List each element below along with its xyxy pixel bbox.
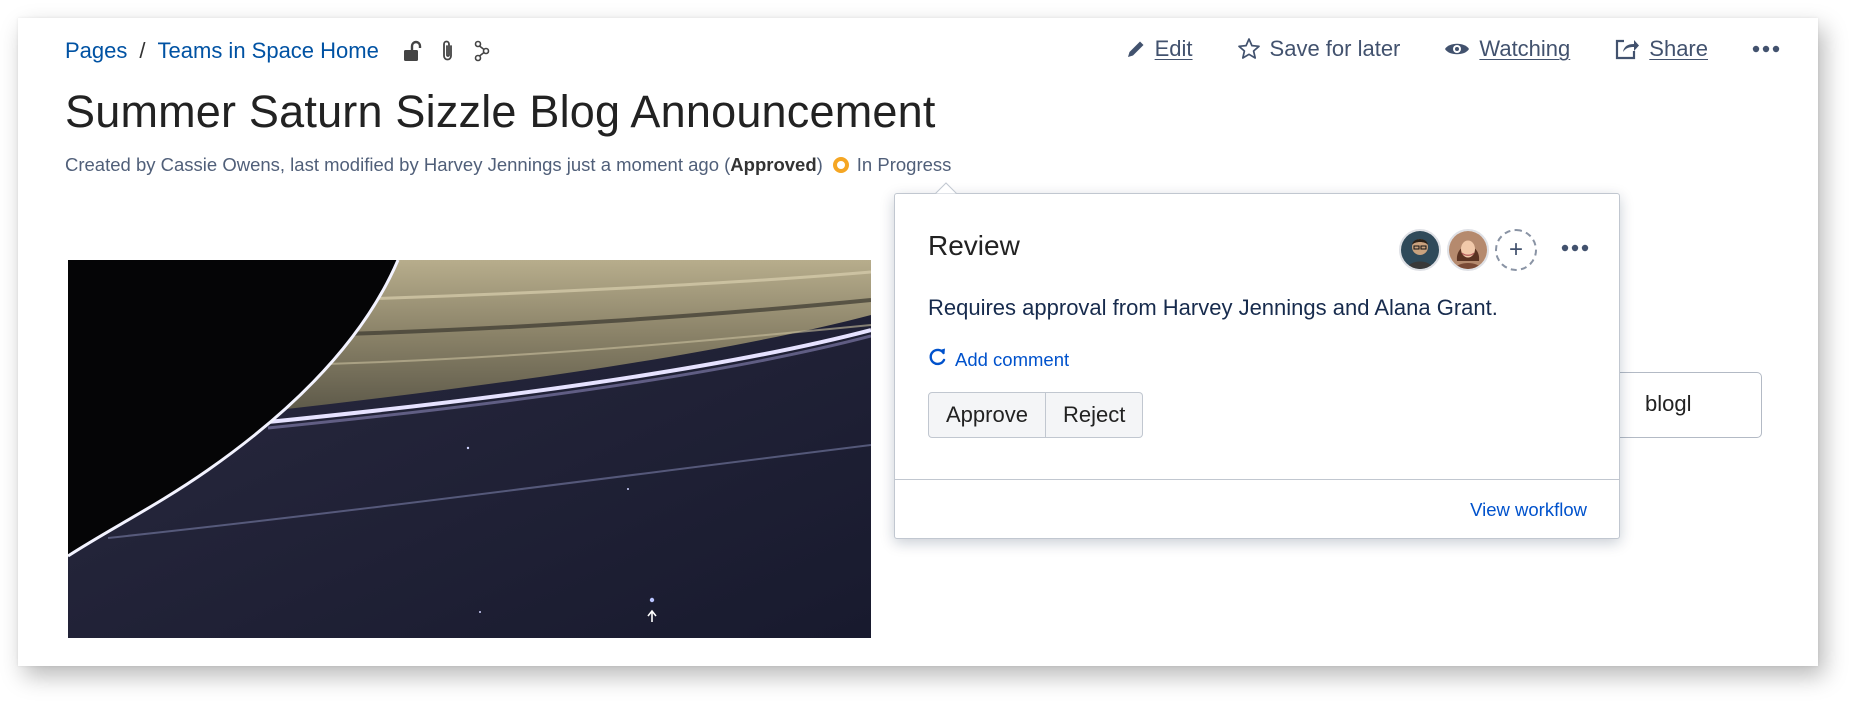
save-for-later-button[interactable]: Save for later <box>1237 36 1401 62</box>
byline-approval-status: Approved <box>730 154 817 175</box>
saturn-rings-image <box>68 260 871 638</box>
reject-button[interactable]: Reject <box>1045 392 1144 438</box>
page-byline: Created by Cassie Owens, last modified b… <box>65 154 951 176</box>
avatar[interactable] <box>1447 229 1489 271</box>
page-card: Pages / Teams in Space Home Edit Save fo… <box>18 18 1818 666</box>
breadcrumb-pages-link[interactable]: Pages <box>65 38 127 64</box>
reviewer-avatars: + <box>1399 229 1537 271</box>
page-tree-icon[interactable] <box>473 40 491 62</box>
workflow-status-icon[interactable] <box>832 157 849 173</box>
review-title: Review <box>928 230 1020 261</box>
breadcrumb-teams-in-space-link[interactable]: Teams in Space Home <box>158 38 379 64</box>
popup-divider <box>895 479 1619 480</box>
page-title: Summer Saturn Sizzle Blog Announcement <box>65 86 936 137</box>
watching-button[interactable]: Watching <box>1444 36 1570 62</box>
more-horizontal-icon <box>1752 45 1780 53</box>
watching-label: Watching <box>1479 36 1571 61</box>
comment-icon <box>928 347 948 372</box>
attachment-icon[interactable] <box>441 39 455 63</box>
byline-prefix: Created by Cassie Owens, last modified b… <box>65 154 731 175</box>
add-comment-label: Add comment <box>955 348 1070 370</box>
background-field-text: blogl <box>1645 391 1692 416</box>
avatar[interactable] <box>1399 229 1441 271</box>
review-popup: Review + Requires approval from Harvey J… <box>894 182 1620 539</box>
share-button[interactable]: Share <box>1614 36 1708 62</box>
share-label: Share <box>1649 36 1708 61</box>
add-reviewer-button[interactable]: + <box>1495 229 1537 271</box>
save-for-later-label: Save for later <box>1269 36 1401 61</box>
share-icon <box>1614 38 1640 60</box>
review-actions: Approve Reject <box>928 392 1144 438</box>
more-horizontal-icon[interactable] <box>1561 239 1589 257</box>
edit-label: Edit <box>1154 36 1193 61</box>
review-description: Requires approval from Harvey Jennings a… <box>928 295 1498 320</box>
pencil-icon <box>1126 39 1146 59</box>
workflow-status-label[interactable]: In Progress <box>857 154 952 176</box>
star-icon <box>1237 37 1261 61</box>
more-actions-button[interactable] <box>1752 45 1780 53</box>
page-actions: Edit Save for later Watching Share <box>1126 36 1780 62</box>
add-comment-link[interactable]: Add comment <box>928 347 1069 372</box>
byline-suffix: ) <box>816 154 823 175</box>
eye-icon <box>1444 40 1470 58</box>
view-workflow-link[interactable]: View workflow <box>1470 499 1587 521</box>
edit-button[interactable]: Edit <box>1126 36 1193 62</box>
breadcrumb: Pages / Teams in Space Home <box>65 38 491 64</box>
popup-caret <box>935 182 957 204</box>
unlock-icon[interactable] <box>403 40 423 62</box>
breadcrumb-separator: / <box>139 38 146 63</box>
approve-button[interactable]: Approve <box>928 392 1046 438</box>
